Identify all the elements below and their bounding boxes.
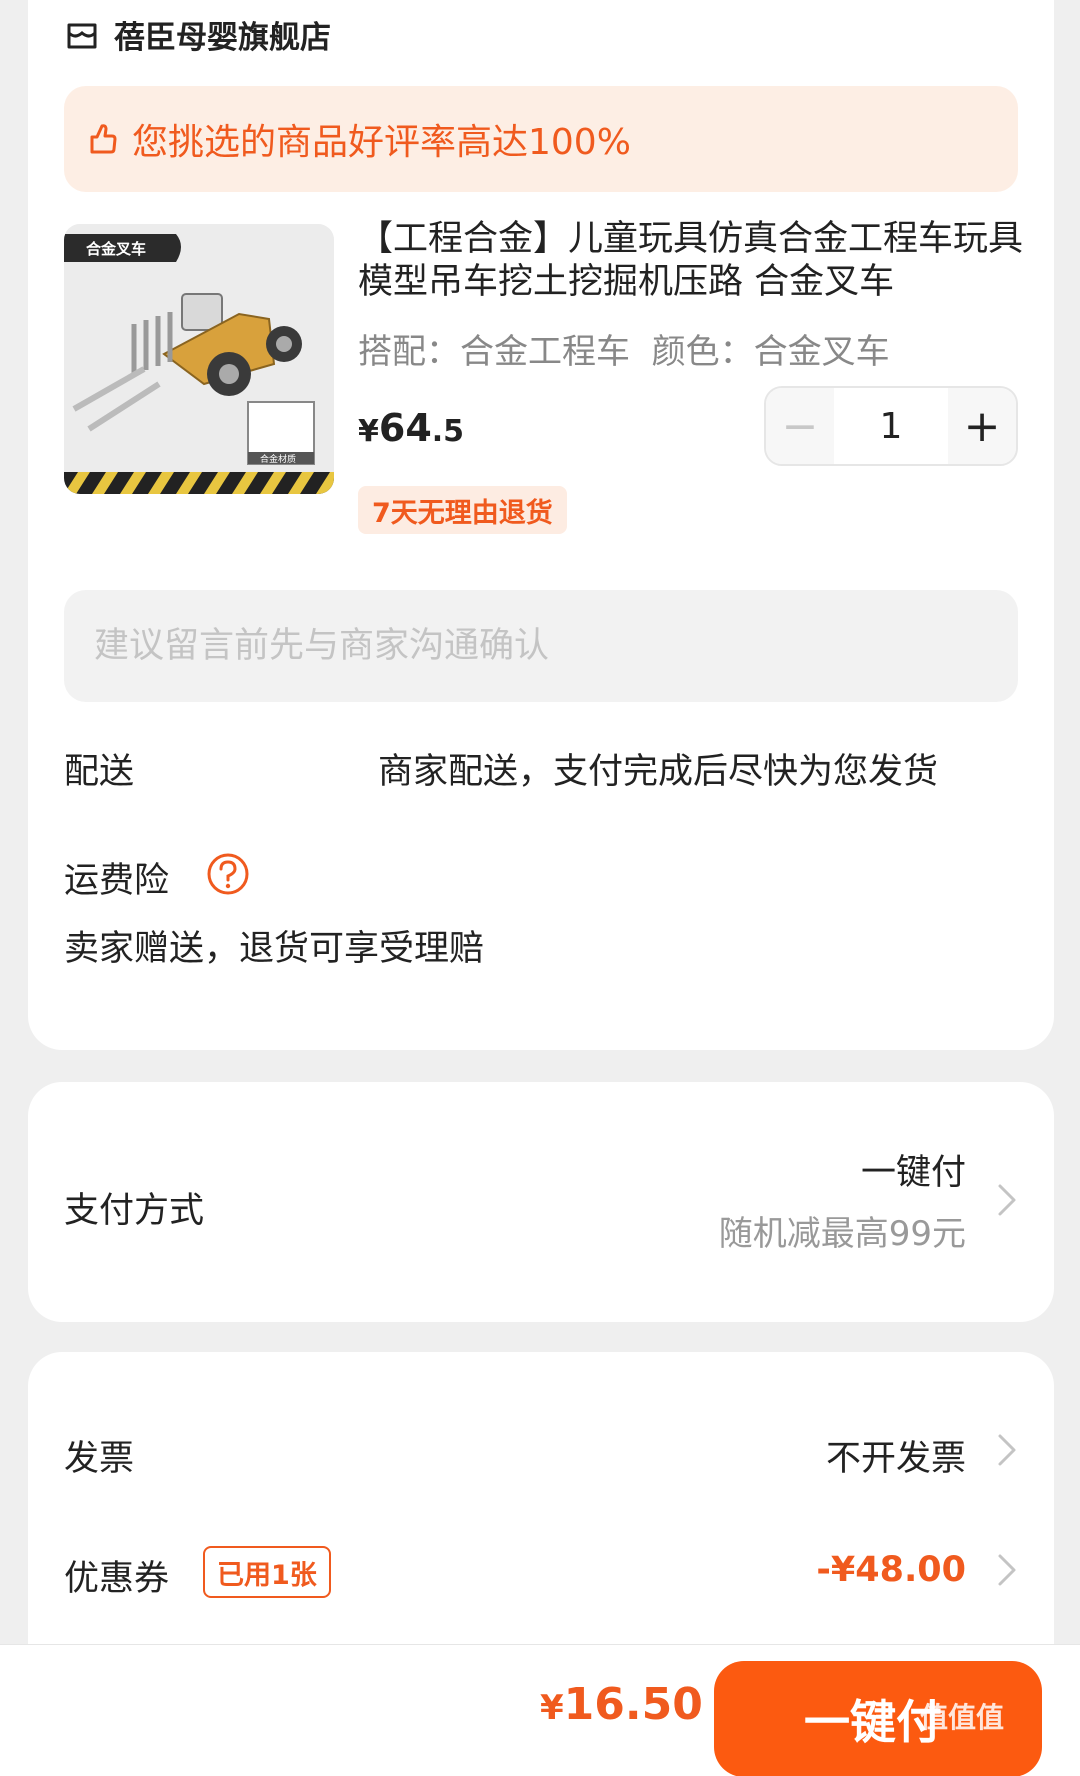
invoice-value[interactable]: 不开发票 [826, 1430, 966, 1481]
payment-promo: 随机减最高99元 [718, 1214, 966, 1254]
store-icon [67, 23, 97, 48]
total-price: ¥16.50 [540, 1679, 703, 1730]
message-input[interactable] [64, 590, 1018, 702]
coupon-label: 优惠券 [64, 1559, 170, 1599]
image-tag-label: 合金叉车 [85, 240, 146, 258]
decrease-button[interactable]: − [766, 388, 834, 464]
chevron-right-icon[interactable] [996, 1552, 1018, 1588]
total-amount: 16.50 [563, 1679, 703, 1730]
order-card: 蓓臣母婴旗舰店 您挑选的商品好评率高达100% 合金叉车 合金材质 【工程合金】… [28, 0, 1054, 1050]
product-spec[interactable]: 搭配：合金工程车 颜色：合金叉车 [358, 324, 890, 373]
quantity-stepper[interactable]: − 1 + [764, 386, 1018, 466]
delivery-value: 商家配送，支付完成后尽快为您发货 [378, 752, 939, 792]
return-policy-badge: 7天无理由退货 [358, 486, 567, 534]
increase-button[interactable]: + [948, 388, 1016, 464]
coupon-used-tag: 已用1张 [203, 1546, 331, 1598]
shipping-insurance-description: 卖家赠送，退货可享受理赔 [64, 929, 485, 969]
shipping-insurance-label: 运费险 [64, 861, 170, 901]
store-name[interactable]: 蓓臣母婴旗舰店 [114, 12, 331, 57]
product-title[interactable]: 【工程合金】儿童玩具仿真合金工程车玩具模型吊车挖土挖掘机压路 合金叉车 [358, 218, 1030, 304]
payment-method-value[interactable]: 一键付 [861, 1144, 966, 1195]
rating-text: 您挑选的商品好评率高达100% [132, 122, 631, 163]
store-header[interactable]: 蓓臣母婴旗舰店 [64, 12, 331, 57]
invoice-coupon-card: 发票 不开发票 优惠券 已用1张 -¥48.00 [28, 1352, 1054, 1692]
price-symbol: ¥ [358, 414, 379, 449]
image-tag: 合金叉车 [64, 234, 181, 262]
chevron-right-icon[interactable] [996, 1432, 1018, 1468]
payment-card[interactable]: 支付方式 一键付 随机减最高99元 [28, 1082, 1054, 1322]
watermark: 值值值 [920, 1701, 1005, 1734]
price-integer: 64 [378, 406, 432, 450]
price-decimal: .5 [431, 414, 465, 449]
invoice-label: 发票 [64, 1439, 135, 1479]
image-thumb-caption: 合金材质 [260, 453, 296, 465]
checkout-bar: ¥16.50 一键付 [0, 1644, 1080, 1776]
product-image[interactable]: 合金叉车 合金材质 [64, 224, 334, 494]
thumbs-up-icon [90, 124, 117, 154]
quantity-value[interactable]: 1 [834, 388, 948, 464]
total-symbol: ¥ [540, 1688, 564, 1728]
coupon-discount-value[interactable]: -¥48.00 [816, 1550, 966, 1590]
chevron-right-icon[interactable] [996, 1182, 1018, 1218]
delivery-label: 配送 [64, 752, 135, 792]
payment-method-label: 支付方式 [64, 1191, 205, 1231]
product-price: ¥64.5 [358, 406, 464, 450]
help-circle-icon[interactable] [206, 852, 250, 896]
rating-banner: 您挑选的商品好评率高达100% [64, 86, 1018, 192]
